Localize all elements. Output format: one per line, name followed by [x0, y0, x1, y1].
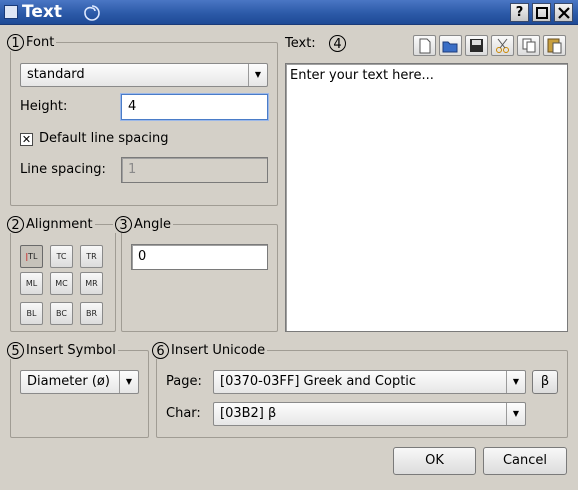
- insert-symbol-group-title: 5 Insert Symbol: [5, 342, 118, 359]
- line-spacing-label: Line spacing:: [20, 162, 106, 177]
- angle-input[interactable]: 0: [131, 244, 268, 270]
- copy-button[interactable]: [517, 35, 540, 56]
- page-label: Page:: [166, 374, 202, 389]
- text-editor[interactable]: Enter your text here...: [285, 63, 568, 332]
- paste-button[interactable]: [543, 35, 566, 56]
- default-line-spacing-checkbox[interactable]: ✕: [20, 133, 33, 146]
- unicode-char-select[interactable]: [03B2] β ▼: [213, 402, 526, 426]
- height-label: Height:: [20, 99, 68, 114]
- angle-group: [121, 224, 278, 332]
- align-label: MC: [55, 279, 68, 288]
- default-line-spacing-label[interactable]: Default line spacing: [39, 131, 168, 146]
- align-label: BL: [26, 309, 37, 318]
- align-bottom-center-button[interactable]: BC: [50, 302, 73, 325]
- unicode-page-select[interactable]: [0370-03FF] Greek and Coptic ▼: [213, 370, 526, 394]
- chevron-down-icon: ▼: [506, 403, 525, 425]
- maximize-button[interactable]: [532, 3, 551, 22]
- step-number-1: 1: [7, 34, 24, 51]
- align-label: MR: [85, 279, 98, 288]
- char-label: Char:: [166, 406, 201, 421]
- chevron-down-icon: ▼: [506, 371, 525, 393]
- step-number-3: 3: [115, 216, 132, 233]
- step-number-4-wrap: 4: [329, 35, 348, 52]
- help-button[interactable]: ?: [510, 3, 529, 22]
- copy-icon: [522, 38, 536, 53]
- align-label: TC: [56, 252, 67, 261]
- window-title: Text: [22, 2, 62, 22]
- symbol-select[interactable]: Diameter (ø) ▼: [20, 370, 139, 394]
- font-group-title: 1 Font: [5, 34, 57, 51]
- save-button[interactable]: [465, 35, 488, 56]
- step-number-2: 2: [7, 216, 24, 233]
- new-document-icon: [419, 38, 431, 54]
- align-top-right-button[interactable]: TR: [80, 245, 103, 268]
- save-disk-icon: [470, 39, 483, 52]
- text-editor-content: Enter your text here...: [290, 68, 434, 83]
- alignment-group-label: Alignment: [26, 217, 93, 232]
- symbol-select-value: Diameter (ø): [27, 374, 110, 389]
- close-icon: [557, 7, 570, 19]
- align-label: TL: [28, 252, 38, 261]
- align-label: BC: [56, 309, 67, 318]
- line-spacing-input[interactable]: 1: [121, 157, 268, 183]
- align-middle-center-button[interactable]: MC: [50, 272, 73, 295]
- open-folder-icon: [442, 41, 458, 53]
- align-top-left-button[interactable]: |TL: [20, 245, 43, 268]
- new-button[interactable]: [413, 35, 436, 56]
- align-middle-left-button[interactable]: ML: [20, 272, 43, 295]
- step-number-6: 6: [152, 342, 169, 359]
- align-label: TR: [86, 252, 97, 261]
- ok-button[interactable]: OK: [393, 447, 476, 475]
- insert-unicode-group-title: 6 Insert Unicode: [150, 342, 268, 359]
- align-label: BR: [85, 309, 98, 318]
- align-bottom-left-button[interactable]: BL: [20, 302, 43, 325]
- maximize-icon: [535, 7, 548, 19]
- chevron-down-icon: ▼: [119, 371, 138, 393]
- insert-unicode-char-button[interactable]: β: [532, 370, 558, 394]
- insert-symbol-group: [10, 350, 149, 438]
- unicode-page-value: [0370-03FF] Greek and Coptic: [220, 374, 417, 389]
- step-number-4: 4: [329, 35, 346, 52]
- align-middle-right-button[interactable]: MR: [80, 272, 103, 295]
- cancel-button[interactable]: Cancel: [483, 447, 567, 475]
- swirl-icon: [84, 5, 100, 21]
- align-bottom-right-button[interactable]: BR: [80, 302, 103, 325]
- open-button[interactable]: [439, 35, 462, 56]
- align-top-center-button[interactable]: TC: [50, 245, 73, 268]
- angle-group-title: 3 Angle: [113, 216, 173, 233]
- align-label: ML: [25, 279, 38, 288]
- chevron-down-icon: ▼: [248, 64, 267, 86]
- close-button[interactable]: [554, 3, 573, 22]
- paste-clipboard-icon: [547, 38, 562, 54]
- scissors-icon: [496, 38, 509, 53]
- cut-button[interactable]: [491, 35, 514, 56]
- alignment-group-title: 2 Alignment: [5, 216, 95, 233]
- height-input[interactable]: 4: [121, 94, 268, 120]
- insert-symbol-label: Insert Symbol: [26, 343, 116, 358]
- unicode-char-value: [03B2] β: [220, 406, 277, 421]
- font-select[interactable]: standard ▼: [20, 63, 268, 87]
- angle-group-label: Angle: [134, 217, 171, 232]
- text-label: Text:: [285, 36, 316, 51]
- window-icon[interactable]: [4, 5, 18, 19]
- font-select-value: standard: [27, 67, 85, 82]
- insert-unicode-label: Insert Unicode: [171, 343, 266, 358]
- font-group-label: Font: [26, 35, 55, 50]
- step-number-5: 5: [7, 342, 24, 359]
